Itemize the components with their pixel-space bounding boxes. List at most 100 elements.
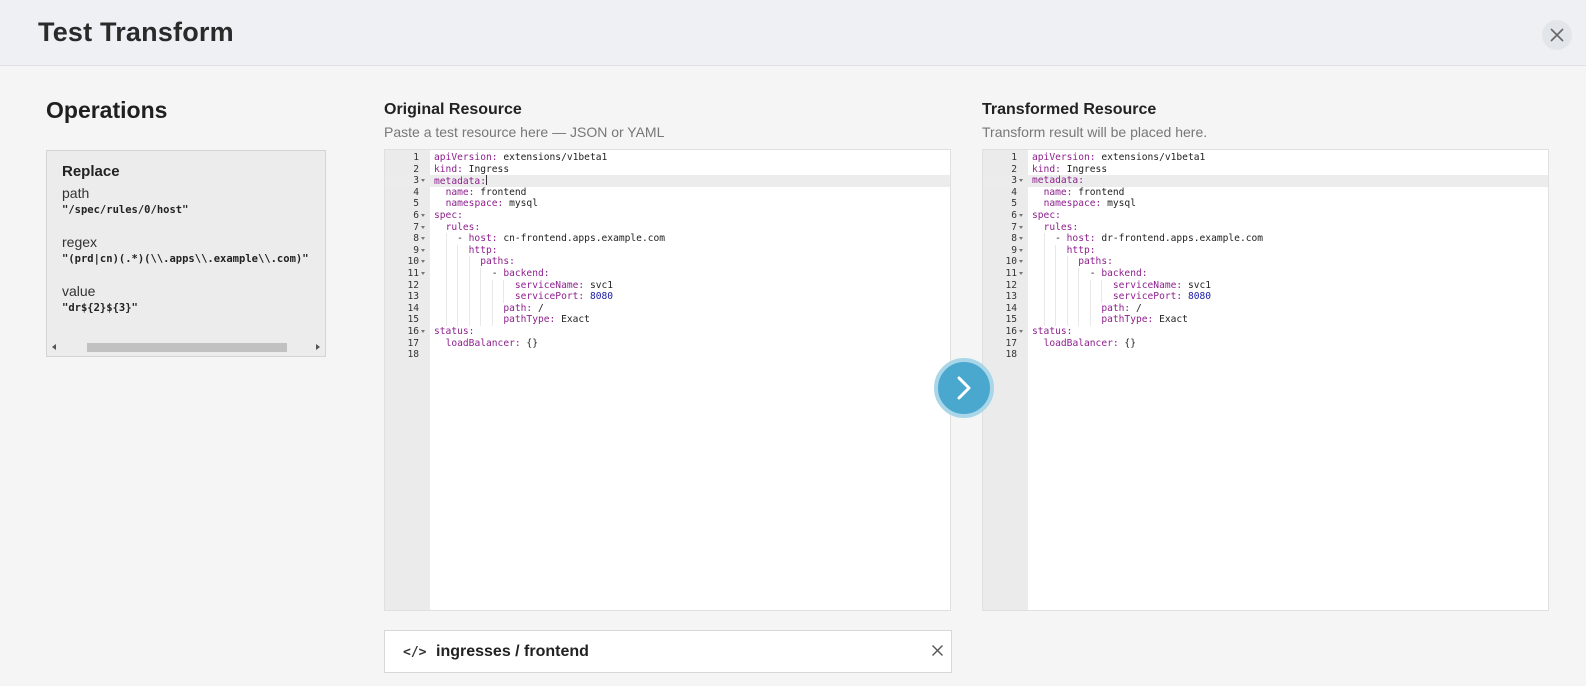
line-number: 9 [1011,244,1017,256]
code-text: spec: [434,209,463,221]
line-number: 13 [407,291,419,303]
code-line: 13 servicePort: 8080 [385,291,950,303]
line-number: 10 [407,256,419,268]
code-text: spec: [1032,209,1061,221]
original-resource-subtitle: Paste a test resource here — JSON or YAM… [384,124,665,140]
line-number: 14 [407,302,419,314]
code-line: 18 [385,349,950,361]
scrollbar-thumb[interactable] [87,343,287,352]
operation-field-value: "dr${2}${3}" [62,302,138,314]
operation-card[interactable]: Replace path "/spec/rules/0/host" regex … [46,150,326,357]
fold-arrow-icon[interactable] [1019,179,1023,183]
code-line: 12 serviceName: svc1 [385,279,950,292]
code-text: name: frontend [445,186,527,198]
code-text: rules: [1043,221,1079,233]
operation-field-label: path [62,185,90,201]
line-number: 1 [1011,152,1017,163]
chevron-right-icon [957,376,971,400]
fold-arrow-icon[interactable] [421,248,425,252]
code-text: status: [434,325,475,337]
operation-field-value: "/spec/rules/0/host" [62,204,189,216]
dialog-header: Test Transform [0,0,1586,66]
code-text: namespace: mysql [1043,198,1136,210]
line-number: 15 [407,314,419,326]
scroll-left-icon[interactable] [52,344,56,350]
editor-code[interactable]: 1 apiVersion: extensions/v1beta1 2 kind: In… [385,152,950,361]
code-line: 10 paths: [983,256,1548,268]
line-number: 16 [407,325,419,337]
code-line: 3 metadata: [385,175,950,187]
code-line: 9 http: [385,244,950,257]
original-resource-editor[interactable]: 1 apiVersion: extensions/v1beta1 2 kind: In… [384,149,951,611]
fold-arrow-icon[interactable] [1019,237,1023,241]
operation-field-label: regex [62,234,98,250]
code-line: 5 namespace: mysql [983,198,1548,210]
code-line: 6 spec: [385,210,950,222]
code-line: 4 name: frontend [983,187,1548,199]
original-resource-title: Original Resource [384,101,522,118]
code-line: 5 namespace: mysql [385,198,950,210]
code-icon: </> [403,645,427,660]
code-line: 16 status: [385,326,950,338]
code-text: - backend: [434,267,550,279]
editor-code[interactable]: 1 apiVersion: extensions/v1beta1 2 kind: In… [983,152,1548,361]
line-number: 17 [407,337,419,349]
fold-arrow-icon[interactable] [1019,248,1023,252]
code-line: 1 apiVersion: extensions/v1beta1 [385,152,950,164]
operations-title: Operations [46,97,168,123]
line-number: 8 [1011,233,1017,245]
code-text: apiVersion: extensions/v1beta1 [434,152,608,163]
code-text: serviceName: svc1 [1112,279,1212,291]
line-number: 8 [413,233,419,245]
run-transform-button[interactable] [934,358,994,418]
code-text: loadBalancer: {} [1043,337,1136,349]
line-number: 4 [413,186,419,198]
transformed-resource-editor[interactable]: 1 apiVersion: extensions/v1beta1 2 kind: In… [982,149,1549,611]
code-text: pathType: Exact [503,314,590,326]
fold-arrow-icon[interactable] [421,225,425,229]
line-number: 18 [407,349,419,361]
fold-arrow-icon[interactable] [421,213,425,217]
line-number: 2 [413,163,419,175]
code-text: paths: [1078,256,1113,268]
code-line: 16 status: [983,326,1548,338]
text-cursor [485,175,487,186]
fold-arrow-icon[interactable] [1019,329,1023,333]
line-number: 1 [413,152,419,163]
code-line: 18 [983,349,1548,361]
fold-arrow-icon[interactable] [421,329,425,333]
code-text: http: [468,244,498,256]
line-number: 18 [1005,349,1017,361]
code-line: 8 - host: dr-frontend.apps.example.com [983,233,1548,245]
fold-arrow-icon[interactable] [421,260,425,264]
code-line: 10 paths: [385,256,950,268]
line-number: 13 [1005,291,1017,303]
code-text: - host: cn-frontend.apps.example.com [434,233,666,245]
code-line: 3 metadata: [983,175,1548,187]
code-line: 17 loadBalancer: {} [983,338,1548,350]
code-text: serviceName: svc1 [514,279,614,291]
fold-arrow-icon[interactable] [421,271,425,275]
fold-arrow-icon[interactable] [1019,213,1023,217]
horizontal-scrollbar[interactable] [47,340,325,356]
selected-resource[interactable]: </> ingresses / frontend [384,630,952,673]
scroll-right-icon[interactable] [316,344,320,350]
line-number: 3 [413,175,419,187]
code-text: rules: [445,221,481,233]
code-line: 17 loadBalancer: {} [385,338,950,350]
fold-arrow-icon[interactable] [1019,271,1023,275]
fold-arrow-icon[interactable] [1019,225,1023,229]
clear-resource-button[interactable] [931,644,947,660]
code-line: 13 servicePort: 8080 [983,291,1548,303]
code-line: 8 - host: cn-frontend.apps.example.com [385,233,950,245]
close-button[interactable] [1542,20,1572,50]
fold-arrow-icon[interactable] [421,237,425,241]
fold-arrow-icon[interactable] [421,179,425,183]
operation-field-label: value [62,283,96,299]
code-text: path: / [1101,302,1142,314]
fold-arrow-icon[interactable] [1019,260,1023,264]
code-text: servicePort: 8080 [1112,291,1212,303]
line-number: 4 [1011,186,1017,198]
code-text: apiVersion: extensions/v1beta1 [1032,152,1206,163]
code-line: 4 name: frontend [385,187,950,199]
